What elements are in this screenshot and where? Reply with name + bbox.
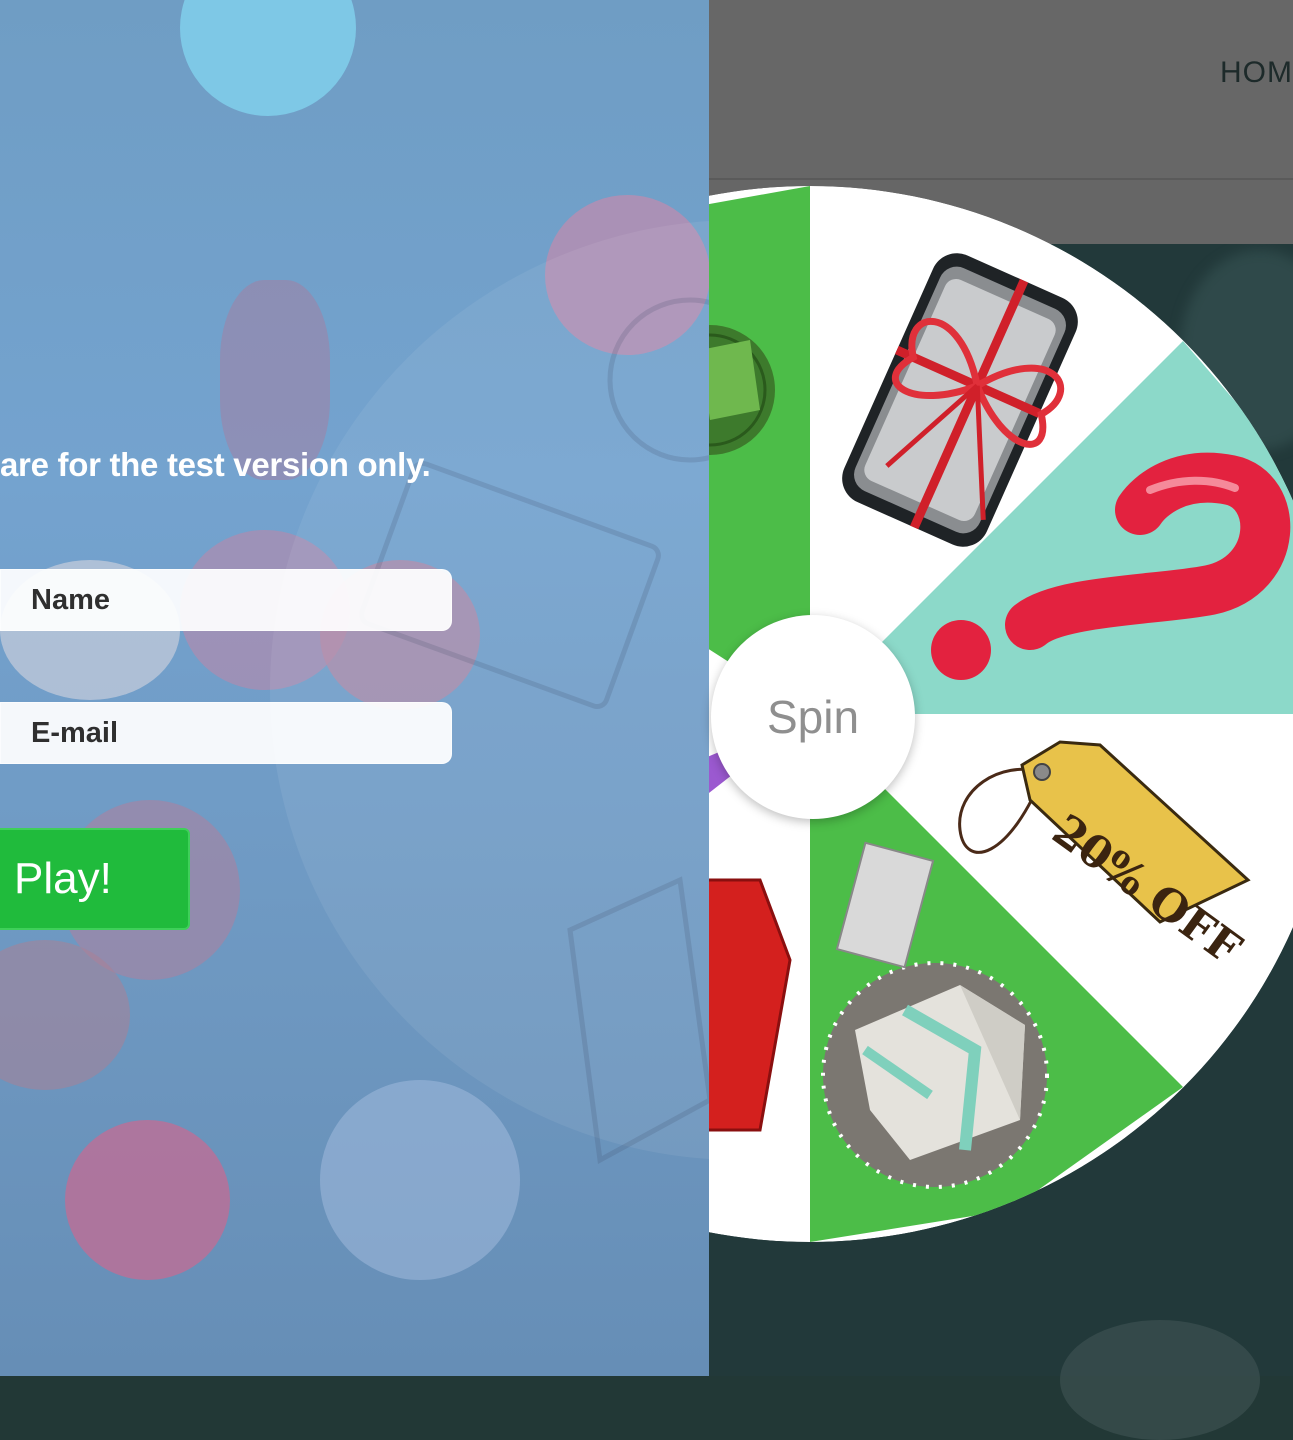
- disclaimer-text: are for the test version only.: [0, 446, 431, 483]
- play-button[interactable]: Play!: [0, 828, 190, 930]
- spin-button[interactable]: Spin: [711, 615, 915, 819]
- spin-label: Spin: [766, 691, 860, 743]
- signup-panel: [0, 0, 709, 1376]
- email-field[interactable]: [0, 702, 452, 764]
- ghost-wheel-watermark: [270, 221, 709, 1164]
- name-field[interactable]: [0, 569, 452, 631]
